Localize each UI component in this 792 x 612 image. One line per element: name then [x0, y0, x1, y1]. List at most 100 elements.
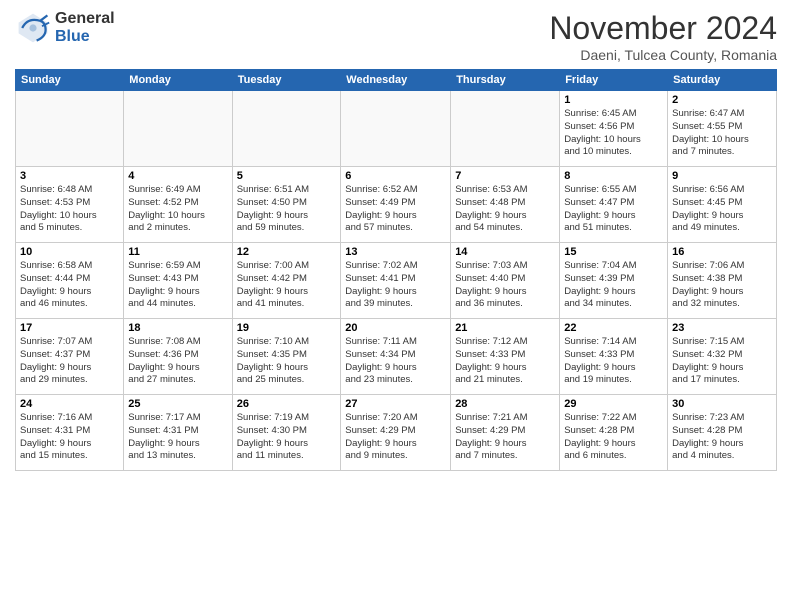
- day-info: Sunrise: 6:51 AM Sunset: 4:50 PM Dayligh…: [237, 184, 337, 235]
- day-info: Sunrise: 7:11 AM Sunset: 4:34 PM Dayligh…: [345, 336, 446, 387]
- day-info: Sunrise: 7:12 AM Sunset: 4:33 PM Dayligh…: [455, 336, 555, 387]
- calendar-cell: 27Sunrise: 7:20 AM Sunset: 4:29 PM Dayli…: [341, 395, 451, 471]
- calendar-cell: 21 Sunrise: 7:12 AM Sunset: 4:33 PM Dayli…: [451, 319, 560, 395]
- calendar-cell: 5 Sunrise: 6:51 AM Sunset: 4:50 PM Daylig…: [232, 167, 341, 243]
- day-info: Sunrise: 7:06 AM Sunset: 4:38 PM Dayligh…: [672, 260, 772, 311]
- calendar-cell: 7 Sunrise: 6:53 AM Sunset: 4:48 PM Daylig…: [451, 167, 560, 243]
- calendar-cell: 18 Sunrise: 7:08 AM Sunset: 4:36 PM Dayli…: [124, 319, 232, 395]
- calendar-week-2: 3Sunrise: 6:48 AM Sunset: 4:53 PM Daylig…: [16, 167, 777, 243]
- day-number: 19: [237, 322, 337, 334]
- logo-text: General Blue: [55, 10, 115, 45]
- calendar-cell: [341, 91, 451, 167]
- day-number: 15: [564, 246, 663, 258]
- weekday-header-saturday: Saturday: [668, 70, 777, 91]
- calendar-cell: 24 Sunrise: 7:16 AM Sunset: 4:31 PM Dayli…: [16, 395, 124, 471]
- calendar-cell: 25Sunrise: 7:17 AM Sunset: 4:31 PM Dayli…: [124, 395, 232, 471]
- calendar-cell: [232, 91, 341, 167]
- day-info: Sunrise: 7:20 AM Sunset: 4:29 PM Dayligh…: [345, 412, 446, 463]
- calendar-cell: 14 Sunrise: 7:03 AM Sunset: 4:40 PM Dayli…: [451, 243, 560, 319]
- day-info: Sunrise: 6:45 AM Sunset: 4:56 PM Dayligh…: [564, 108, 663, 159]
- logo-general-text: General: [55, 10, 115, 28]
- calendar-cell: 23 Sunrise: 7:15 AM Sunset: 4:32 PM Dayli…: [668, 319, 777, 395]
- day-number: 9: [672, 170, 772, 182]
- calendar-cell: 15Sunrise: 7:04 AM Sunset: 4:39 PM Dayli…: [560, 243, 668, 319]
- day-info: Sunrise: 7:07 AM Sunset: 4:37 PM Dayligh…: [20, 336, 119, 387]
- day-info: Sunrise: 6:59 AM Sunset: 4:43 PM Dayligh…: [128, 260, 227, 311]
- day-info: Sunrise: 7:00 AM Sunset: 4:42 PM Dayligh…: [237, 260, 337, 311]
- day-info: Sunrise: 7:08 AM Sunset: 4:36 PM Dayligh…: [128, 336, 227, 387]
- page-container: General Blue November 2024 Daeni, Tulcea…: [0, 0, 792, 476]
- month-title: November 2024: [549, 10, 777, 47]
- logo: General Blue: [15, 10, 115, 46]
- calendar-cell: 3Sunrise: 6:48 AM Sunset: 4:53 PM Daylig…: [16, 167, 124, 243]
- weekday-header-tuesday: Tuesday: [232, 70, 341, 91]
- day-number: 11: [128, 246, 227, 258]
- day-info: Sunrise: 7:15 AM Sunset: 4:32 PM Dayligh…: [672, 336, 772, 387]
- calendar-cell: 12 Sunrise: 7:00 AM Sunset: 4:42 PM Dayli…: [232, 243, 341, 319]
- weekday-header-monday: Monday: [124, 70, 232, 91]
- calendar-cell: 17Sunrise: 7:07 AM Sunset: 4:37 PM Dayli…: [16, 319, 124, 395]
- day-number: 8: [564, 170, 663, 182]
- day-info: Sunrise: 6:56 AM Sunset: 4:45 PM Dayligh…: [672, 184, 772, 235]
- day-info: Sunrise: 7:16 AM Sunset: 4:31 PM Dayligh…: [20, 412, 119, 463]
- weekday-header-wednesday: Wednesday: [341, 70, 451, 91]
- calendar-cell: 11 Sunrise: 6:59 AM Sunset: 4:43 PM Dayli…: [124, 243, 232, 319]
- calendar-week-1: 1Sunrise: 6:45 AM Sunset: 4:56 PM Daylig…: [16, 91, 777, 167]
- day-info: Sunrise: 6:48 AM Sunset: 4:53 PM Dayligh…: [20, 184, 119, 235]
- day-number: 22: [564, 322, 663, 334]
- calendar-cell: 19 Sunrise: 7:10 AM Sunset: 4:35 PM Dayli…: [232, 319, 341, 395]
- calendar-cell: 26 Sunrise: 7:19 AM Sunset: 4:30 PM Dayli…: [232, 395, 341, 471]
- calendar-table: SundayMondayTuesdayWednesdayThursdayFrid…: [15, 69, 777, 471]
- day-number: 6: [345, 170, 446, 182]
- calendar-cell: [124, 91, 232, 167]
- logo-icon: [15, 10, 51, 46]
- calendar-cell: 1Sunrise: 6:45 AM Sunset: 4:56 PM Daylig…: [560, 91, 668, 167]
- calendar-cell: [451, 91, 560, 167]
- day-info: Sunrise: 7:14 AM Sunset: 4:33 PM Dayligh…: [564, 336, 663, 387]
- day-number: 18: [128, 322, 227, 334]
- day-number: 28: [455, 398, 555, 410]
- calendar-week-3: 10Sunrise: 6:58 AM Sunset: 4:44 PM Dayli…: [16, 243, 777, 319]
- calendar-cell: 13Sunrise: 7:02 AM Sunset: 4:41 PM Dayli…: [341, 243, 451, 319]
- day-number: 13: [345, 246, 446, 258]
- calendar-cell: 9 Sunrise: 6:56 AM Sunset: 4:45 PM Daylig…: [668, 167, 777, 243]
- day-number: 12: [237, 246, 337, 258]
- calendar-week-5: 24 Sunrise: 7:16 AM Sunset: 4:31 PM Dayli…: [16, 395, 777, 471]
- day-info: Sunrise: 6:52 AM Sunset: 4:49 PM Dayligh…: [345, 184, 446, 235]
- day-info: Sunrise: 7:21 AM Sunset: 4:29 PM Dayligh…: [455, 412, 555, 463]
- calendar-cell: 22 Sunrise: 7:14 AM Sunset: 4:33 PM Dayli…: [560, 319, 668, 395]
- weekday-header-friday: Friday: [560, 70, 668, 91]
- day-number: 24: [20, 398, 119, 410]
- day-number: 21: [455, 322, 555, 334]
- day-number: 10: [20, 246, 119, 258]
- day-info: Sunrise: 7:03 AM Sunset: 4:40 PM Dayligh…: [455, 260, 555, 311]
- day-number: 7: [455, 170, 555, 182]
- calendar-cell: 4 Sunrise: 6:49 AM Sunset: 4:52 PM Daylig…: [124, 167, 232, 243]
- weekday-header-thursday: Thursday: [451, 70, 560, 91]
- day-info: Sunrise: 6:53 AM Sunset: 4:48 PM Dayligh…: [455, 184, 555, 235]
- weekday-header-sunday: Sunday: [16, 70, 124, 91]
- day-number: 30: [672, 398, 772, 410]
- day-number: 5: [237, 170, 337, 182]
- calendar-cell: 16 Sunrise: 7:06 AM Sunset: 4:38 PM Dayli…: [668, 243, 777, 319]
- day-info: Sunrise: 6:49 AM Sunset: 4:52 PM Dayligh…: [128, 184, 227, 235]
- calendar-week-4: 17Sunrise: 7:07 AM Sunset: 4:37 PM Dayli…: [16, 319, 777, 395]
- logo-blue-text: Blue: [55, 28, 115, 46]
- calendar-cell: 10Sunrise: 6:58 AM Sunset: 4:44 PM Dayli…: [16, 243, 124, 319]
- day-number: 23: [672, 322, 772, 334]
- calendar-cell: 20Sunrise: 7:11 AM Sunset: 4:34 PM Dayli…: [341, 319, 451, 395]
- day-number: 29: [564, 398, 663, 410]
- day-info: Sunrise: 7:10 AM Sunset: 4:35 PM Dayligh…: [237, 336, 337, 387]
- day-number: 14: [455, 246, 555, 258]
- day-info: Sunrise: 6:47 AM Sunset: 4:55 PM Dayligh…: [672, 108, 772, 159]
- location-text: Daeni, Tulcea County, Romania: [549, 47, 777, 63]
- day-number: 2: [672, 94, 772, 106]
- day-info: Sunrise: 6:55 AM Sunset: 4:47 PM Dayligh…: [564, 184, 663, 235]
- day-info: Sunrise: 7:19 AM Sunset: 4:30 PM Dayligh…: [237, 412, 337, 463]
- title-block: November 2024 Daeni, Tulcea County, Roma…: [549, 10, 777, 63]
- day-number: 4: [128, 170, 227, 182]
- day-info: Sunrise: 7:22 AM Sunset: 4:28 PM Dayligh…: [564, 412, 663, 463]
- day-number: 16: [672, 246, 772, 258]
- page-header: General Blue November 2024 Daeni, Tulcea…: [15, 10, 777, 63]
- day-number: 26: [237, 398, 337, 410]
